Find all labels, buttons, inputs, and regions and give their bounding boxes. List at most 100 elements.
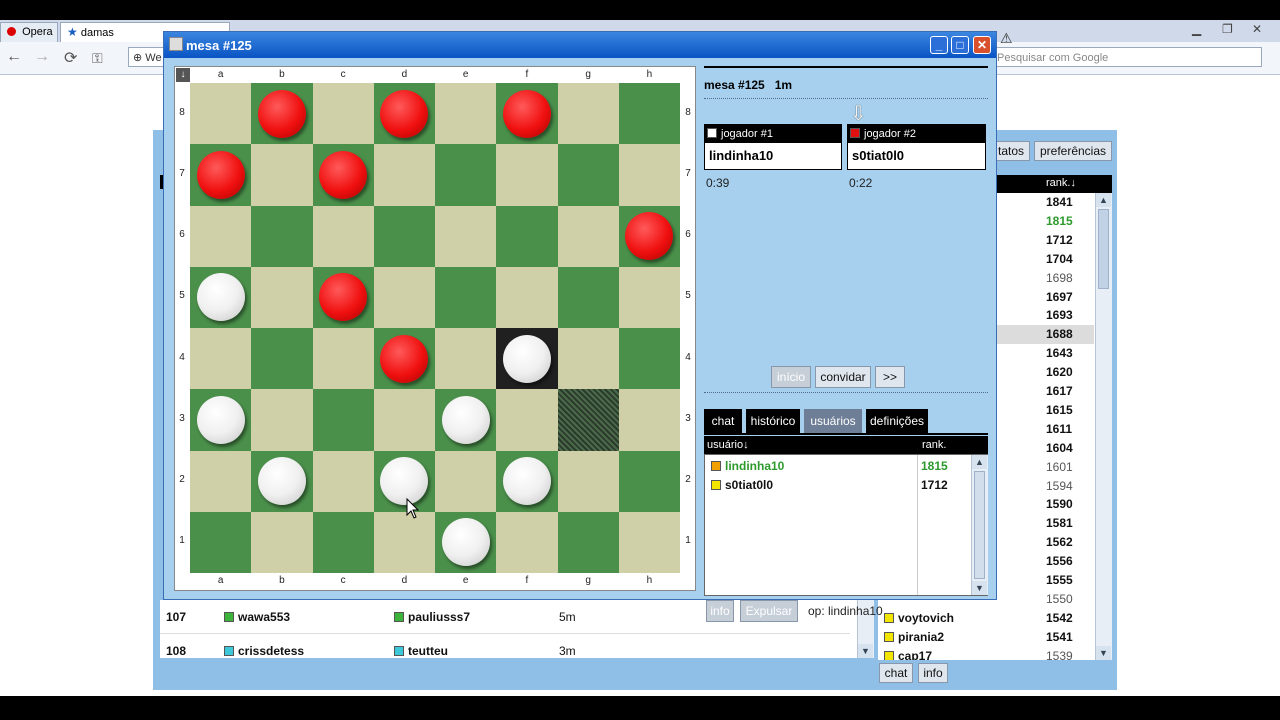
red-piece[interactable] xyxy=(257,89,306,138)
scroll-thumb[interactable] xyxy=(974,471,985,579)
square-a2[interactable] xyxy=(190,450,252,512)
square-g8[interactable] xyxy=(557,83,619,145)
square-g3[interactable] xyxy=(557,389,619,451)
square-a8[interactable] xyxy=(190,83,252,145)
rank-row[interactable]: voytovich 1542 xyxy=(878,609,1094,628)
square-g2[interactable] xyxy=(557,450,619,512)
rank-column-header[interactable]: rank.↓ xyxy=(1046,177,1076,189)
close-button[interactable]: ✕ xyxy=(973,36,991,54)
tab-settings[interactable]: definições xyxy=(866,409,928,433)
square-h7[interactable] xyxy=(618,144,680,206)
square-b7[interactable] xyxy=(251,144,313,206)
square-d4[interactable] xyxy=(373,328,435,390)
square-g4[interactable] xyxy=(557,328,619,390)
back-icon[interactable]: ← xyxy=(6,48,22,66)
square-f3[interactable] xyxy=(496,389,558,451)
browser-control-2[interactable]: ✕ xyxy=(1252,22,1262,36)
square-h6[interactable] xyxy=(618,205,680,267)
scroll-up-icon[interactable]: ▲ xyxy=(1096,193,1111,207)
square-h5[interactable] xyxy=(618,266,680,328)
square-g7[interactable] xyxy=(557,144,619,206)
square-d8[interactable] xyxy=(373,83,435,145)
users-scrollbar[interactable]: ▲ ▼ xyxy=(971,455,988,595)
reload-icon[interactable]: ⟳ xyxy=(64,48,77,68)
table-player1[interactable]: wawa553 xyxy=(224,610,290,624)
browser-control-1[interactable]: ❐ xyxy=(1222,22,1233,36)
square-f1[interactable] xyxy=(496,511,558,573)
user-row[interactable]: lindinha10 1815 xyxy=(705,457,969,476)
square-c7[interactable] xyxy=(312,144,374,206)
maximize-button[interactable]: □ xyxy=(951,36,969,54)
square-f8[interactable] xyxy=(496,83,558,145)
square-c8[interactable] xyxy=(312,83,374,145)
user-column-header[interactable]: usuário↓ xyxy=(707,436,749,454)
square-b1[interactable] xyxy=(251,511,313,573)
table-row[interactable]: 108 crissdetess teutteu 3m xyxy=(160,636,850,666)
white-piece[interactable] xyxy=(196,395,245,444)
tab-chat[interactable]: chat xyxy=(704,409,742,433)
rank-column-header[interactable]: rank. xyxy=(922,436,946,454)
scroll-down-icon[interactable]: ▼ xyxy=(1096,646,1111,660)
white-piece[interactable] xyxy=(257,457,306,506)
white-piece[interactable] xyxy=(380,457,429,506)
square-e4[interactable] xyxy=(435,328,497,390)
square-a7[interactable] xyxy=(190,144,252,206)
square-e6[interactable] xyxy=(435,205,497,267)
lobby-info-button[interactable]: info xyxy=(918,663,948,683)
square-h8[interactable] xyxy=(618,83,680,145)
square-d1[interactable] xyxy=(373,511,435,573)
square-b8[interactable] xyxy=(251,83,313,145)
square-e8[interactable] xyxy=(435,83,497,145)
red-piece[interactable] xyxy=(380,334,429,383)
square-h1[interactable] xyxy=(618,511,680,573)
square-g5[interactable] xyxy=(557,266,619,328)
white-piece[interactable] xyxy=(502,457,551,506)
square-a4[interactable] xyxy=(190,328,252,390)
square-e3[interactable] xyxy=(435,389,497,451)
user-info-button[interactable]: info xyxy=(706,600,734,622)
square-d2[interactable] xyxy=(373,450,435,512)
square-a6[interactable] xyxy=(190,205,252,267)
square-h2[interactable] xyxy=(618,450,680,512)
browser-control-0[interactable]: ▁ xyxy=(1192,22,1201,36)
contacts-button[interactable]: tatos xyxy=(992,141,1030,161)
square-f7[interactable] xyxy=(496,144,558,206)
square-d7[interactable] xyxy=(373,144,435,206)
square-a3[interactable] xyxy=(190,389,252,451)
scroll-down-icon[interactable]: ▼ xyxy=(972,581,987,595)
search-input[interactable]: Pesquisar com Google xyxy=(992,47,1262,67)
forward-icon[interactable]: → xyxy=(34,48,50,66)
square-f4[interactable] xyxy=(496,328,558,390)
window-titlebar[interactable]: mesa #125 _ □ ✕ xyxy=(164,32,996,58)
white-piece[interactable] xyxy=(441,518,490,567)
square-c3[interactable] xyxy=(312,389,374,451)
square-e2[interactable] xyxy=(435,450,497,512)
square-c1[interactable] xyxy=(312,511,374,573)
square-d3[interactable] xyxy=(373,389,435,451)
square-f2[interactable] xyxy=(496,450,558,512)
rank-scrollbar[interactable]: ▲ ▼ xyxy=(1095,193,1112,660)
square-b3[interactable] xyxy=(251,389,313,451)
square-f5[interactable] xyxy=(496,266,558,328)
lobby-chat-button[interactable]: chat xyxy=(879,663,913,683)
square-d6[interactable] xyxy=(373,205,435,267)
table-player2[interactable]: teutteu xyxy=(394,644,448,658)
square-h4[interactable] xyxy=(618,328,680,390)
red-piece[interactable] xyxy=(502,89,551,138)
rank-row[interactable]: pirania2 1541 xyxy=(878,628,1094,647)
minimize-button[interactable]: _ xyxy=(930,36,948,54)
kick-button[interactable]: Expulsar xyxy=(740,600,798,622)
square-b2[interactable] xyxy=(251,450,313,512)
red-piece[interactable] xyxy=(319,273,368,322)
square-h3[interactable] xyxy=(618,389,680,451)
white-piece[interactable] xyxy=(502,334,551,383)
flip-board-icon[interactable]: ↓ xyxy=(176,68,190,82)
tab-users[interactable]: usuários xyxy=(804,409,862,433)
square-f6[interactable] xyxy=(496,205,558,267)
white-piece[interactable] xyxy=(441,395,490,444)
square-b5[interactable] xyxy=(251,266,313,328)
tab-opera[interactable]: Opera xyxy=(0,22,58,42)
square-e7[interactable] xyxy=(435,144,497,206)
table-player2[interactable]: pauliusss7 xyxy=(394,610,470,624)
scroll-up-icon[interactable]: ▲ xyxy=(972,455,987,469)
